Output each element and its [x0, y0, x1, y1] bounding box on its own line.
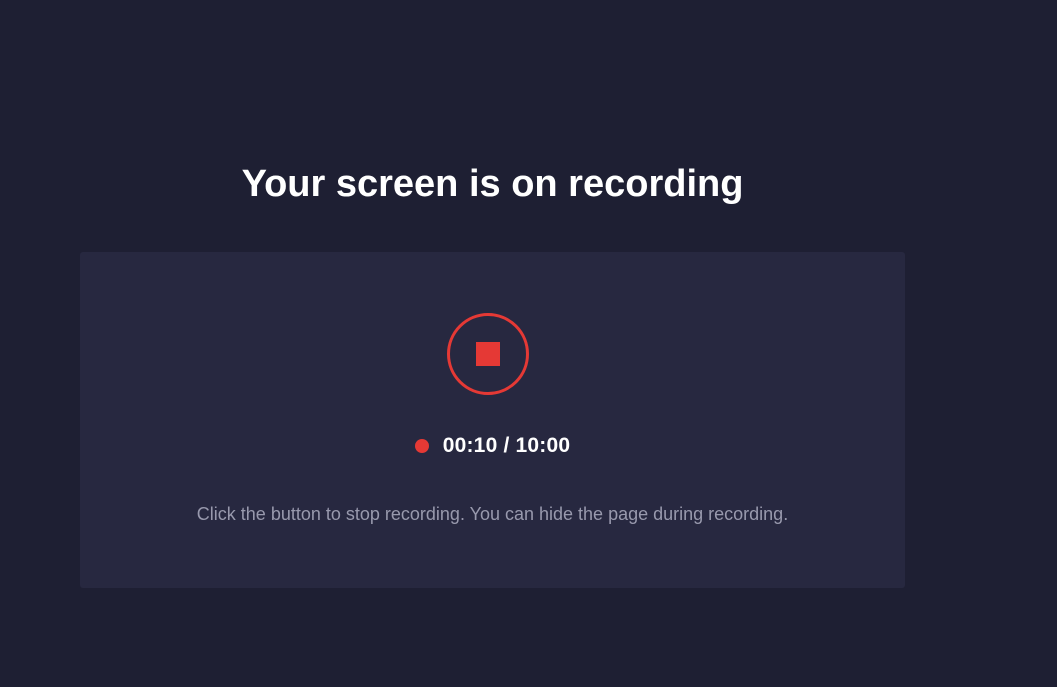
recording-panel: 00:10 / 10:00 Click the button to stop r… [80, 252, 905, 588]
recording-dot-icon [414, 439, 429, 453]
recording-page: Your screen is on recording 00:10 / 10:0… [0, 0, 1057, 687]
timer-text: 00:10 / 10:00 [442, 434, 571, 457]
recording-hint: Click the button to stop recording. You … [196, 504, 789, 524]
recording-timer: 00:10 / 10:00 [80, 433, 905, 459]
stop-icon [476, 342, 500, 366]
stop-recording-button[interactable] [447, 313, 529, 395]
page-title: Your screen is on recording [241, 163, 744, 205]
